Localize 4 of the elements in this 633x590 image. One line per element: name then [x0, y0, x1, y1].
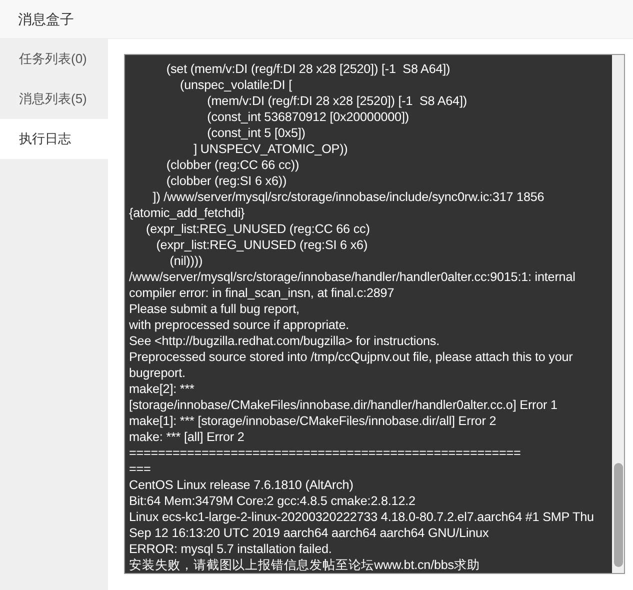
sidebar-tab[interactable]: 执行日志 [0, 119, 108, 159]
window-title: 消息盒子 [18, 10, 74, 28]
log-text: (set (mem/v:DI (reg/f:DI 28 x28 [2520]) [-1 S8 A64]) (unspec_volatile:DI [ (mem/v:DI (reg/f:DI 28 x28 [2520]) [-1 S8 A64]) (const_int 536870912 [0x20000000]) (const_int 5 [0x5]) ] UNSPECV_ATOMIC_OP)) (clobber (reg:CC 66 cc)) (clobber (reg:SI 6 x6)) ]) /www/server/mysql/src/storage/innobase/include/sync0rw.ic:317 1856 {atomic_add_fetchdi} (expr_list:REG_UNUSED (reg:CC 66 cc) (expr_list:REG_UNUSED (reg:SI 6 x6) (nil)))) /www/server/mysql/src/storage/innobase/handler/handler0alter.cc:9015:1: internal compiler error: in final_scan_insn, at final.c:2897 Please submit a full bug report, with preprocessed source if appropriate. See <http://bugzilla.redhat.com/bugzilla> for instructions. Preprocessed source stored into /tmp/ccQujpnv.out file, please attach this to your bugreport. make[2]: *** [storage/innobase/CMakeFiles/innobase.dir/handler/handler0alter.cc.o] Error 1 make[1]: *** [storage/innobase/CMakeFiles/innobase.dir/all] Error 2 make: *** [all] Error 2 ====================================================== === CentOS Linux release 7.6.1810 (AltArch) Bit:64 Mem:3479M Core:2 gcc:4.8.5 cmake:2.8.12.2 Linux ecs-kc1-large-2-linux-20200320222733 4.18.0-80.7.2.el7.aarch64 #1 SMP Thu Sep 12 16:13:20 UTC 2019 aarch64 aarch64 aarch64 GNU/Linux ERROR: mysql 5.7 installation failed. 安装失败，请截图以上报错信息发帖至论坛www.bt.cn/bbs求助 [128, 61, 595, 573]
scrollbar[interactable] [612, 55, 624, 573]
